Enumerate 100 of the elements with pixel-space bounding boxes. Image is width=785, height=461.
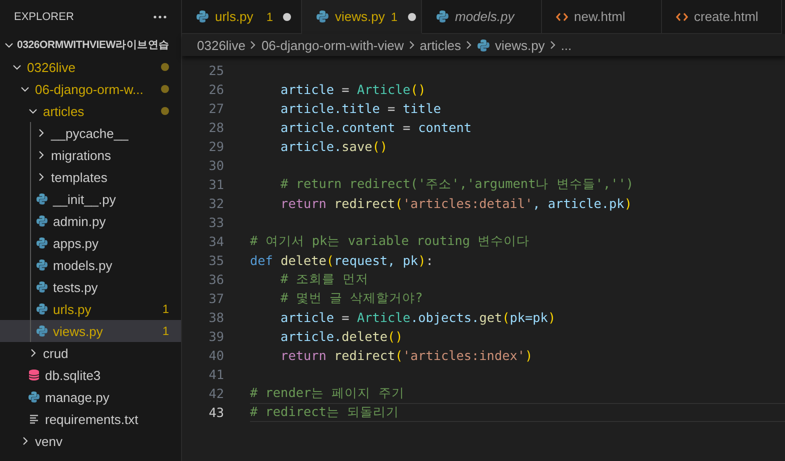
line-number: 35 [208, 253, 224, 268]
tree-item[interactable]: 0326ORMWITHVIEW라이브연습 [0, 34, 181, 56]
line-number: 41 [208, 367, 224, 382]
python-icon [196, 10, 209, 23]
line-number: 28 [208, 120, 224, 135]
tree-item[interactable]: tests.py [0, 276, 181, 298]
problem-count: 1 [162, 324, 169, 338]
editor-tab[interactable]: urls.py 1 [182, 0, 302, 34]
line-number: 39 [208, 329, 224, 344]
chevron-icon [250, 40, 256, 50]
line-number: 40 [208, 348, 224, 363]
modified-dot [161, 85, 169, 93]
tree-item[interactable]: __pycache__ [0, 122, 181, 144]
breadcrumb-item[interactable]: articles [420, 38, 461, 52]
python-icon [436, 10, 449, 23]
python-icon [36, 325, 48, 337]
tree-item[interactable]: articles [0, 100, 181, 122]
chevron-icon [12, 62, 22, 72]
chevron-icon [36, 128, 46, 138]
python-icon [316, 10, 329, 23]
unsaved-dot [408, 12, 416, 20]
chevron-icon [28, 348, 38, 358]
line-number: 32 [208, 196, 224, 211]
code-line: # 여기서 pk는 variable routing 변수이다 [250, 233, 530, 250]
editor-tab[interactable]: views.py 1 [302, 0, 422, 34]
code-line: def delete(request, pk): [250, 253, 434, 268]
code-brackets-icon [556, 12, 568, 22]
tree-item[interactable]: db.sqlite3 [0, 364, 181, 386]
line-number: 31 [208, 177, 224, 192]
explorer-title: EXPLORER [14, 11, 74, 23]
line-number: 42 [208, 386, 224, 401]
code-brackets-icon [676, 12, 688, 22]
code-line: article.save() [280, 139, 388, 154]
code-line: # return redirect('주소','argument나 변수들','') [280, 176, 634, 193]
text-file-icon [28, 413, 40, 425]
chevron-icon [4, 40, 14, 50]
tree-item[interactable]: requirements.txt [0, 408, 181, 430]
python-icon [36, 259, 48, 271]
tree-item[interactable]: views.py 1 [0, 320, 181, 342]
tree-item[interactable]: admin.py [0, 210, 181, 232]
tree-item[interactable]: __init__.py [0, 188, 181, 210]
python-icon [476, 38, 490, 52]
line-number: 34 [208, 234, 224, 249]
line-number: 30 [208, 158, 224, 173]
breadcrumb-item[interactable]: views.py [476, 38, 545, 52]
code-line: # render는 페이지 주기 [250, 385, 404, 402]
line-number: 37 [208, 291, 224, 306]
line-number: 38 [208, 310, 224, 325]
chevron-icon [466, 40, 472, 50]
chevron-icon [36, 150, 46, 160]
problem-count: 1 [266, 10, 273, 24]
python-icon [36, 193, 48, 205]
tree-item[interactable]: templates [0, 166, 181, 188]
tree-item[interactable]: crud [0, 342, 181, 364]
code-line: article = Article.objects.get(pk=pk) [280, 310, 556, 325]
code-line: article.delete() [280, 329, 403, 344]
chevron-icon [550, 40, 556, 50]
python-icon [36, 281, 48, 293]
modified-dot [161, 107, 169, 115]
problem-count: 1 [390, 10, 398, 24]
tree-item[interactable]: 06-django-orm-w... [0, 78, 181, 100]
line-number: 25 [208, 63, 224, 78]
tree-item[interactable]: migrations [0, 144, 181, 166]
tree-item[interactable]: apps.py [0, 232, 181, 254]
breadcrumb-item[interactable]: 0326live [197, 38, 246, 52]
python-icon [28, 391, 40, 403]
line-number: 33 [208, 215, 224, 230]
modified-dot [161, 63, 169, 71]
chevron-icon [20, 436, 30, 446]
python-icon [36, 303, 48, 315]
chevron-icon [28, 106, 38, 116]
code-line: return redirect('articles:index') [280, 348, 533, 363]
more-icon[interactable] [153, 15, 167, 19]
line-number: 29 [208, 139, 224, 154]
code-line: article = Article() [280, 82, 426, 97]
breadcrumb-item[interactable]: ... [560, 38, 572, 52]
chevron-icon [20, 84, 30, 94]
problem-count: 1 [162, 302, 169, 316]
code-line: article.content = content [280, 120, 472, 135]
editor-tab[interactable]: models.py [422, 0, 542, 34]
code-line: # 조회를 먼저 [280, 271, 368, 288]
tree-item[interactable]: models.py [0, 254, 181, 276]
line-number: 26 [208, 82, 224, 97]
line-number: 43 [208, 405, 224, 420]
line-number: 36 [208, 272, 224, 287]
tree-item[interactable]: 0326live [0, 56, 181, 78]
python-icon [36, 237, 48, 249]
python-icon [36, 215, 48, 227]
chevron-icon [408, 40, 415, 50]
code-line: # 몇번 글 삭제할거야? [280, 290, 423, 307]
editor-tab[interactable]: create.html [662, 0, 782, 34]
editor-tab[interactable]: new.html [542, 0, 662, 34]
tree-item[interactable]: venv [0, 430, 181, 452]
code-line: article.title = title [280, 101, 441, 116]
unsaved-dot [283, 12, 291, 20]
breadcrumb-item[interactable]: 06-django-orm-with-view [261, 38, 404, 52]
tree-item[interactable]: manage.py [0, 386, 181, 408]
code-line: return redirect('articles:detail', article.pk) [280, 196, 632, 211]
line-number: 27 [208, 101, 224, 116]
code-line: # redirect는 되돌리기 [250, 404, 400, 421]
